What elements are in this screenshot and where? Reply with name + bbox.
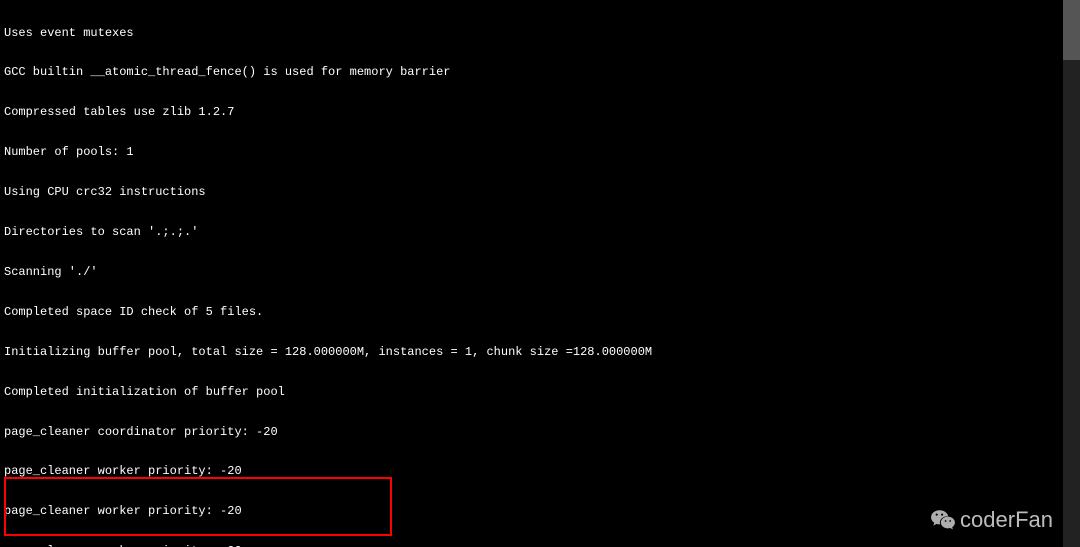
log-line: page_cleaner worker priority: -20 (4, 465, 1063, 478)
log-line: Compressed tables use zlib 1.2.7 (4, 106, 1063, 119)
log-line: Scanning './' (4, 266, 1063, 279)
log-line: Uses event mutexes (4, 27, 1063, 40)
terminal-output[interactable]: Uses event mutexes GCC builtin __atomic_… (0, 0, 1067, 547)
log-line: Completed space ID check of 5 files. (4, 306, 1063, 319)
vertical-scrollbar[interactable] (1063, 0, 1080, 547)
log-line: Using CPU crc32 instructions (4, 186, 1063, 199)
log-line: Initializing buffer pool, total size = 1… (4, 346, 1063, 359)
log-line: Number of pools: 1 (4, 146, 1063, 159)
log-line: Directories to scan '.;.;.' (4, 226, 1063, 239)
scrollbar-thumb[interactable] (1063, 0, 1080, 60)
log-line: page_cleaner worker priority: -20 (4, 505, 1063, 518)
log-line: page_cleaner coordinator priority: -20 (4, 426, 1063, 439)
log-line: GCC builtin __atomic_thread_fence() is u… (4, 66, 1063, 79)
log-line: Completed initialization of buffer pool (4, 386, 1063, 399)
